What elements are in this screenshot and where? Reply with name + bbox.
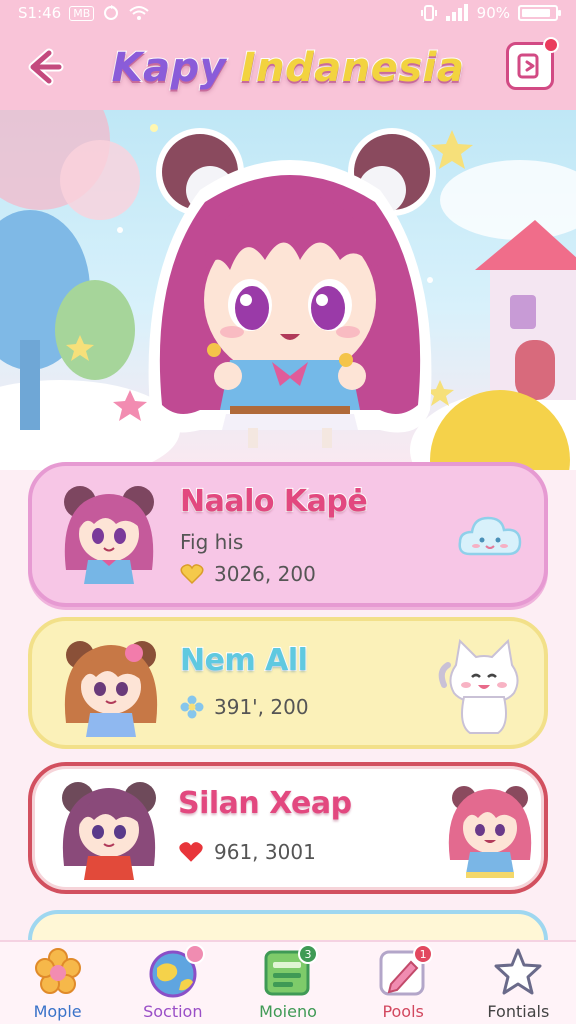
sync-icon (104, 5, 119, 20)
exit-icon (517, 53, 539, 79)
hero-banner (0, 110, 576, 470)
status-box-icon: MB (69, 5, 95, 21)
star-icon (494, 948, 542, 995)
card-name: Silan Xeap (177, 785, 353, 822)
app-title-part2: Indanesia (240, 44, 465, 92)
status-left: S1:46 MB (18, 4, 150, 22)
card-stat-value: 391', 200 (214, 695, 309, 719)
chibi-avatar-icon (64, 641, 158, 737)
chibi-girl-icon (448, 786, 532, 878)
card-stat: 3026, 200 (180, 562, 316, 586)
status-right: 90% (420, 4, 561, 22)
card-stat-value: 3026, 200 (214, 562, 316, 586)
nav-badge: 3 (297, 944, 318, 964)
nav-label: Soction (143, 1002, 203, 1021)
battery-percent: 90% (476, 4, 510, 22)
chibi-avatar-icon (62, 782, 156, 880)
status-bar: S1:46 MB 90% (0, 0, 576, 26)
nav-item-fontials[interactable]: Fontials (468, 946, 568, 1021)
nav-icon-wrap (32, 946, 84, 998)
card-name: Naalo Kapė (179, 483, 369, 520)
wifi-icon (129, 6, 149, 20)
card-stat-value: 961, 3001 (214, 840, 316, 864)
app-title: Kapy Indanesia (111, 44, 465, 92)
battery-icon (518, 5, 561, 21)
exit-button[interactable] (506, 37, 559, 90)
nav-icon-wrap: 3 (262, 944, 318, 998)
arrow-left-icon (28, 48, 64, 86)
character-card[interactable]: Silan Xeap 961, 3001 (28, 762, 548, 894)
signal-icon (445, 4, 468, 21)
notification-dot (543, 37, 559, 53)
nav-icon-wrap: 1 (377, 944, 434, 998)
nav-badge: 1 (413, 944, 434, 964)
card-subtitle: Fig his (180, 530, 244, 554)
app-title-part1: Kapy (111, 44, 227, 92)
flower-icon (34, 948, 81, 994)
chibi-avatar-icon (64, 486, 154, 584)
cat-icon (438, 638, 519, 734)
nav-item-moieno[interactable]: 3 Moieno (238, 944, 338, 1021)
vibrate-icon (420, 5, 437, 21)
heart-icon (180, 564, 204, 585)
nav-icon-wrap (492, 946, 544, 998)
nav-item-pools[interactable]: 1 Pools (353, 944, 453, 1021)
hero-character (148, 128, 436, 448)
cloud-face-icon (458, 516, 522, 556)
nav-label: Mople (33, 1002, 82, 1021)
nav-badge-dot (184, 944, 205, 964)
card-stat: 961, 3001 (178, 840, 316, 864)
app-header: Kapy Indanesia (0, 26, 576, 110)
card-stat: 391', 200 (180, 695, 309, 719)
nav-item-mople[interactable]: Mople (8, 946, 108, 1021)
status-time: S1:46 (18, 4, 62, 22)
nav-label: Moieno (259, 1002, 317, 1021)
character-card[interactable]: Nem All 391', 200 (28, 617, 548, 749)
nav-label: Fontials (487, 1002, 550, 1021)
bottom-nav: Mople Soction 3 Moieno 1 Pools Fontials (0, 940, 576, 1024)
nav-item-soction[interactable]: Soction (123, 944, 223, 1021)
card-name: Nem All (179, 642, 309, 679)
battery-fill (522, 9, 551, 17)
nav-icon-wrap (147, 944, 205, 998)
heart-icon (179, 842, 203, 862)
nav-label: Pools (382, 1002, 424, 1021)
flower-icon (180, 695, 204, 719)
back-button[interactable] (20, 42, 70, 92)
character-card[interactable]: Naalo Kapė Fig his 3026, 200 (28, 462, 548, 607)
hero-illustration (0, 110, 576, 470)
